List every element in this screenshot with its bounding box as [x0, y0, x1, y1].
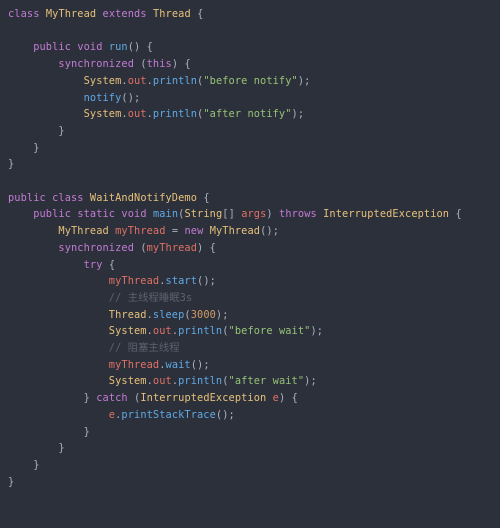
method-println: println [178, 375, 222, 387]
brace: { [109, 259, 115, 271]
semicolon: ; [310, 375, 316, 387]
equals: = [172, 225, 178, 237]
semicolon: ; [203, 359, 209, 371]
method-printstacktrace: printStackTrace [121, 409, 216, 421]
var-mythread: myThread [109, 359, 159, 371]
type-mythread: MyThread [58, 225, 108, 237]
keyword-void: void [121, 208, 146, 220]
keyword-catch: catch [96, 392, 128, 404]
string-literal: "before wait" [229, 325, 311, 337]
comment: // 阻塞主线程 [109, 342, 180, 354]
keyword-synchronized: synchronized [58, 58, 134, 70]
type-system: System [84, 75, 122, 87]
keyword-try: try [84, 259, 103, 271]
keyword-void: void [77, 41, 102, 53]
keyword-new: new [184, 225, 203, 237]
var-mythread: myThread [115, 225, 165, 237]
type-string: String [184, 208, 222, 220]
keyword-throws: throws [279, 208, 317, 220]
method-run: run [109, 41, 128, 53]
var-mythread: myThread [109, 275, 159, 287]
keyword-synchronized: synchronized [58, 242, 134, 254]
type-system: System [109, 325, 147, 337]
brace: } [33, 142, 39, 154]
brace: } [84, 426, 90, 438]
keyword-public: public [33, 41, 71, 53]
brace: { [292, 392, 298, 404]
method-wait: wait [166, 359, 191, 371]
type-interruptedexception: InterruptedException [323, 208, 449, 220]
member-out: out [128, 108, 147, 120]
method-println: println [153, 108, 197, 120]
var-mythread: myThread [147, 242, 197, 254]
keyword-public: public [33, 208, 71, 220]
brace: { [147, 41, 153, 53]
var-args: args [241, 208, 266, 220]
method-sleep: sleep [153, 309, 185, 321]
semicolon: ; [229, 409, 235, 421]
type-thread: Thread [153, 8, 191, 20]
member-out: out [128, 75, 147, 87]
number-literal: 3000 [191, 309, 216, 321]
comment: // 主线程睡眠3s [109, 292, 192, 304]
keyword-extends: extends [103, 8, 147, 20]
paren: ) [134, 41, 140, 53]
string-literal: "after notify" [203, 108, 291, 120]
type-mythread: MyThread [46, 8, 96, 20]
type-system: System [84, 108, 122, 120]
brace: } [8, 158, 14, 170]
method-println: println [153, 75, 197, 87]
keyword-class: class [8, 8, 40, 20]
semicolon: ; [298, 108, 304, 120]
type-thread: Thread [109, 309, 147, 321]
keyword-public: public [8, 192, 46, 204]
brace: } [8, 476, 14, 488]
brace: { [455, 208, 461, 220]
semicolon: ; [304, 75, 310, 87]
brace: } [58, 442, 64, 454]
semicolon: ; [134, 92, 140, 104]
type-system: System [109, 375, 147, 387]
brace: { [210, 242, 216, 254]
type-mythread: MyThread [210, 225, 260, 237]
brace: } [58, 125, 64, 137]
keyword-static: static [77, 208, 115, 220]
brace: } [84, 392, 90, 404]
member-out: out [153, 375, 172, 387]
member-out: out [153, 325, 172, 337]
brace: { [197, 8, 203, 20]
keyword-this: this [147, 58, 172, 70]
method-notify: notify [84, 92, 122, 104]
string-literal: "after wait" [229, 375, 305, 387]
type-waitandnotifydemo: WaitAndNotifyDemo [90, 192, 197, 204]
paren: ) [266, 208, 272, 220]
paren: ) [172, 58, 178, 70]
brace: } [33, 459, 39, 471]
method-main: main [153, 208, 178, 220]
type-interruptedexception: InterruptedException [140, 392, 266, 404]
string-literal: "before notify" [203, 75, 298, 87]
paren: ) [197, 242, 203, 254]
bracket: ] [229, 208, 235, 220]
method-println: println [178, 325, 222, 337]
paren: ) [279, 392, 285, 404]
method-start: start [166, 275, 198, 287]
code-block: class MyThread extends Thread { public v… [0, 0, 500, 490]
semicolon: ; [273, 225, 279, 237]
keyword-class: class [52, 192, 84, 204]
brace: { [203, 192, 209, 204]
semicolon: ; [210, 275, 216, 287]
semicolon: ; [317, 325, 323, 337]
semicolon: ; [222, 309, 228, 321]
brace: { [184, 58, 190, 70]
